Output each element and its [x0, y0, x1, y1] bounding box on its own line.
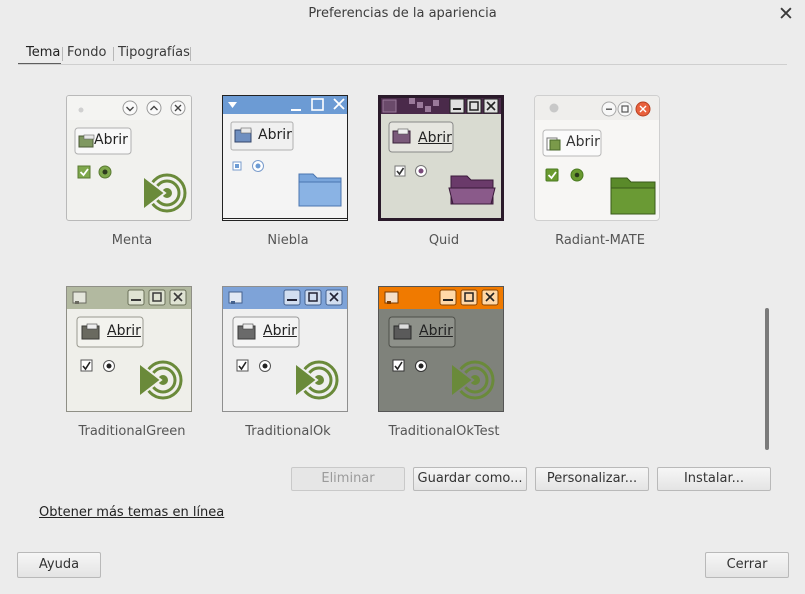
help-button[interactable]: Ayuda — [17, 552, 101, 578]
more-themes-link[interactable]: Obtener más temas en línea — [39, 505, 224, 520]
theme-label-traditionalok: TraditionalOk — [245, 424, 331, 439]
theme-thumbnail-traditionaloktest[interactable]: Abrir — [378, 286, 504, 412]
abrir-label: Abrir — [107, 323, 141, 339]
guardar-como-button[interactable]: Guardar como... — [413, 467, 527, 491]
instalar-button[interactable]: Instalar... — [657, 467, 771, 491]
theme-thumbnail-quid[interactable]: Abrir — [378, 95, 504, 221]
niebla-preview-icon — [223, 96, 347, 219]
theme-thumbnail-radiant-mate[interactable]: Abrir — [534, 95, 660, 221]
theme-thumbnail-niebla[interactable]: Abrir — [222, 95, 348, 221]
tab-fondo[interactable]: Fondo — [67, 43, 106, 65]
menta-preview-icon — [67, 96, 191, 213]
theme-label-traditionaloktest: TraditionalOkTest — [388, 424, 500, 439]
tab-divider — [190, 47, 191, 61]
tab-tipografias[interactable]: Tipografías — [118, 43, 190, 65]
radiant-mate-preview-icon — [535, 96, 659, 215]
tab-divider — [62, 47, 63, 61]
abrir-label: Abrir — [566, 134, 600, 150]
theme-thumbnail-traditionalgreen[interactable]: Abrir — [66, 286, 192, 412]
scrollbar-thumb[interactable] — [765, 308, 769, 450]
window-title: Preferencias de la apariencia — [308, 6, 497, 21]
abrir-label: Abrir — [418, 130, 452, 146]
abrir-label: Abrir — [419, 323, 453, 339]
abrir-label: Abrir — [263, 323, 297, 339]
quid-preview-icon — [381, 98, 501, 205]
personalizar-button[interactable]: Personalizar... — [535, 467, 649, 491]
abrir-label: Abrir — [94, 132, 128, 148]
close-button[interactable]: Cerrar — [705, 552, 789, 578]
theme-label-traditionalgreen: TraditionalGreen — [78, 424, 186, 439]
tab-divider — [113, 47, 114, 61]
theme-thumbnail-traditionalok[interactable]: Abrir — [222, 286, 348, 412]
theme-label-niebla: Niebla — [267, 233, 309, 248]
theme-label-radiant-mate: Radiant-MATE — [555, 233, 645, 248]
tab-tema[interactable]: Tema — [18, 43, 61, 65]
theme-label-menta: Menta — [111, 233, 153, 248]
theme-label-quid: Quid — [428, 233, 460, 248]
tab-underline — [18, 64, 787, 65]
theme-thumbnail-menta[interactable]: Abrir — [66, 95, 192, 221]
abrir-label: Abrir — [258, 127, 292, 143]
traditionalok-preview-icon — [223, 287, 347, 400]
traditionaloktest-preview-icon — [379, 287, 503, 400]
eliminar-button[interactable]: Eliminar — [291, 467, 405, 491]
title-bar[interactable]: Preferencias de la apariencia ✕ — [0, 0, 805, 30]
close-icon[interactable]: ✕ — [776, 4, 796, 24]
traditionalgreen-preview-icon — [67, 287, 191, 400]
